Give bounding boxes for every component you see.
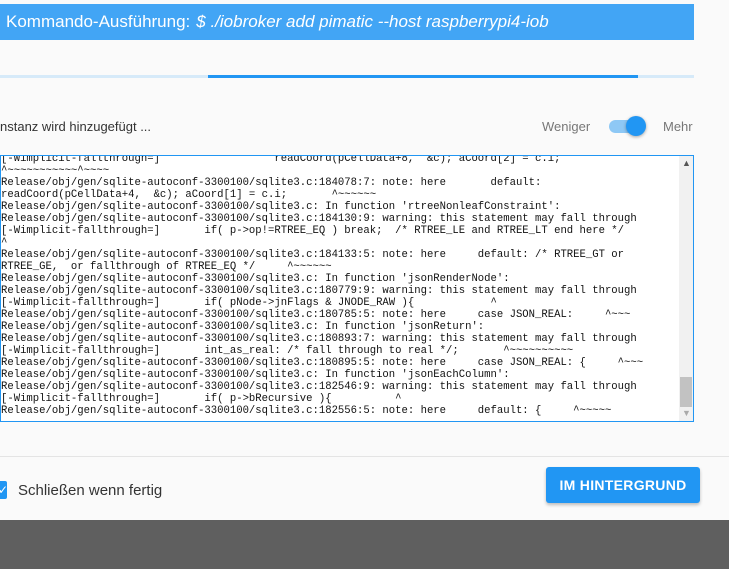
footer-divider (0, 456, 729, 457)
log-line: RTREE_GE, or fallthrough of RTREE_EQ */ … (1, 261, 332, 273)
log-line: Release/obj/gen/sqlite-autoconf-3300100/… (1, 213, 637, 225)
log-line: Release/obj/gen/sqlite-autoconf-3300100/… (1, 357, 644, 369)
verbosity-toggle[interactable] (609, 116, 647, 136)
log-line: Release/obj/gen/sqlite-autoconf-3300100/… (1, 369, 510, 381)
dialog-title: Kommando-Ausführung: (6, 12, 191, 31)
log-line: Release/obj/gen/sqlite-autoconf-3300100/… (1, 405, 612, 417)
log-line: readCoord(pCellData+4, &c); aCoord[1] = … (1, 189, 377, 201)
scrollbar-thumb[interactable] (680, 377, 692, 407)
log-line: ^ (1, 237, 8, 249)
log-line: [-Wimplicit-fallthrough=] if( p->op!=RTR… (1, 225, 625, 237)
log-line: Release/obj/gen/sqlite-autoconf-3300100/… (1, 309, 631, 321)
log-line: [-Wimplicit-fallthrough=] if( pNode->jnF… (1, 297, 497, 309)
scroll-down-arrow-icon[interactable]: ▼ (682, 409, 691, 418)
progress-bar (0, 75, 694, 78)
dialog-command: $ ./iobroker add pimatic --host raspberr… (196, 12, 549, 31)
log-line: Release/obj/gen/sqlite-autoconf-3300100/… (1, 333, 637, 345)
background-button[interactable]: IM HINTERGRUND (546, 467, 700, 503)
log-line: [-Wimplicit-fallthrough=] int_as_real: /… (1, 345, 574, 357)
command-dialog: Kommando-Ausführung: $ ./iobroker add pi… (0, 0, 729, 520)
log-line: [-Wimplicit-fallthrough=] readCoord(pCel… (1, 155, 561, 165)
toggle-thumb[interactable] (626, 116, 646, 136)
log-line: ^~~~~~~~~~~~^~~~~ (1, 165, 110, 177)
checkmark-icon: ✓ (0, 483, 9, 497)
status-text: nstanz wird hinzugefügt ... (0, 119, 152, 134)
log-line: Release/obj/gen/sqlite-autoconf-3300100/… (1, 177, 542, 189)
scroll-up-arrow-icon[interactable]: ▲ (682, 159, 691, 168)
log-line: Release/obj/gen/sqlite-autoconf-3300100/… (1, 201, 561, 213)
log-line: Release/obj/gen/sqlite-autoconf-3300100/… (1, 249, 625, 261)
toggle-label-less: Weniger (542, 119, 591, 134)
log-scrollbar[interactable]: ▲ ▼ (679, 156, 693, 421)
toggle-label-more: Mehr (663, 119, 693, 134)
progress-bar-fill (208, 75, 638, 78)
log-output[interactable]: [-Wimplicit-fallthrough=] readCoord(pCel… (0, 155, 694, 422)
close-when-done-checkbox[interactable]: ✓ (0, 481, 9, 499)
log-line: Release/obj/gen/sqlite-autoconf-3300100/… (1, 321, 485, 333)
log-line: Release/obj/gen/sqlite-autoconf-3300100/… (1, 285, 637, 297)
close-when-done-label[interactable]: Schließen wenn fertig (18, 482, 162, 499)
log-line: Release/obj/gen/sqlite-autoconf-3300100/… (1, 273, 510, 285)
dialog-title-bar: Kommando-Ausführung: $ ./iobroker add pi… (0, 4, 694, 40)
log-text: [-Wimplicit-fallthrough=] readCoord(pCel… (1, 155, 677, 417)
log-line: [-Wimplicit-fallthrough=] if( p->bRecurs… (1, 393, 402, 405)
log-line: Release/obj/gen/sqlite-autoconf-3300100/… (1, 381, 637, 393)
